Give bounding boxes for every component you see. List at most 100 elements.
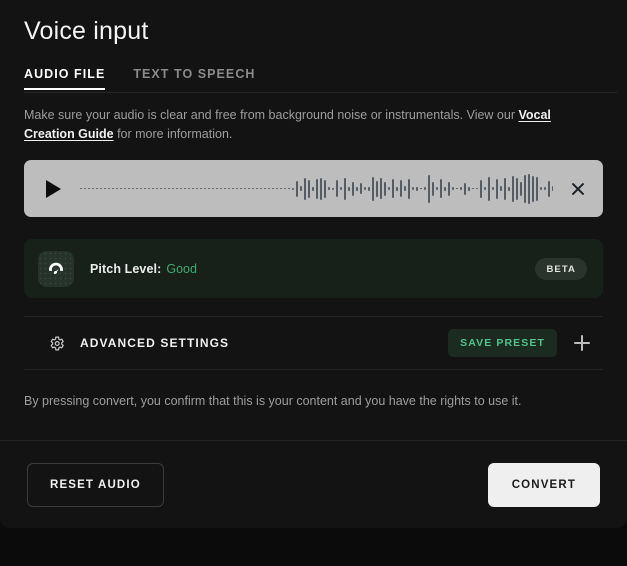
- waveform-bar: [104, 188, 106, 190]
- waveform-bar: [236, 188, 238, 190]
- waveform-bar: [308, 179, 310, 198]
- waveform-bar: [288, 188, 290, 190]
- waveform-bar: [368, 186, 370, 191]
- waveform-bar: [316, 178, 318, 199]
- waveform-bar: [420, 188, 422, 190]
- plus-icon[interactable]: [571, 332, 593, 354]
- waveform-bar: [80, 188, 82, 190]
- waveform-bar: [256, 188, 258, 190]
- waveform-bar: [332, 187, 334, 190]
- waveform-bar: [300, 186, 302, 192]
- waveform-bar: [164, 188, 166, 190]
- waveform-bar: [460, 187, 462, 191]
- waveform-bar: [544, 187, 546, 191]
- waveform-bar: [512, 175, 514, 202]
- waveform-bar: [364, 187, 366, 191]
- waveform-bar: [344, 177, 346, 200]
- tabs-divider: [24, 92, 617, 93]
- waveform-bar: [384, 181, 386, 196]
- gauge-icon: [38, 250, 74, 287]
- waveform-bar: [136, 188, 138, 190]
- page-title: Voice input: [24, 17, 149, 45]
- tab-text-to-speech[interactable]: TEXT TO SPEECH: [133, 67, 255, 90]
- advanced-settings-row[interactable]: ADVANCED SETTINGS SAVE PRESET: [24, 316, 603, 371]
- waveform-bar: [388, 187, 390, 191]
- play-triangle: [45, 179, 61, 198]
- waveform-bar: [452, 187, 454, 191]
- waveform-bar: [92, 188, 94, 190]
- waveform-bar: [396, 186, 398, 191]
- waveform-bar: [412, 187, 414, 191]
- waveform-bar: [260, 188, 262, 190]
- waveform-bar: [488, 176, 490, 201]
- waveform-bar: [120, 188, 122, 190]
- app-root: Voice input AUDIO FILE TEXT TO SPEECH Ma…: [0, 0, 627, 566]
- waveform-bar: [356, 186, 358, 191]
- convert-button[interactable]: CONVERT: [487, 462, 600, 507]
- waveform-bar: [200, 188, 202, 190]
- waveform-bar: [456, 188, 458, 190]
- tab-audio-file[interactable]: AUDIO FILE: [24, 67, 106, 90]
- waveform-bar: [244, 188, 246, 190]
- voice-input-panel: Voice input AUDIO FILE TEXT TO SPEECH Ma…: [0, 0, 627, 528]
- waveform-bar: [472, 188, 474, 190]
- waveform-bar: [324, 179, 326, 198]
- advanced-settings-label[interactable]: ADVANCED SETTINGS: [80, 336, 229, 350]
- waveform-bar: [152, 188, 154, 190]
- waveform-track[interactable]: [80, 169, 553, 209]
- waveform-bar: [312, 186, 314, 191]
- waveform-bar: [108, 188, 110, 190]
- waveform-bar: [464, 182, 466, 195]
- waveform-bar: [392, 179, 394, 199]
- waveform-bar: [520, 181, 522, 196]
- waveform-bar: [116, 188, 118, 190]
- waveform-bar: [144, 188, 146, 190]
- waveform-bar: [436, 187, 438, 191]
- waveform-bar: [404, 186, 406, 192]
- waveform-bar: [84, 188, 86, 190]
- waveform-bar: [160, 188, 162, 190]
- waveform-bar: [280, 188, 282, 190]
- waveform-bar: [304, 177, 306, 200]
- waveform-bar: [272, 188, 274, 190]
- waveform-bar: [196, 188, 198, 190]
- waveform-bar: [148, 188, 150, 190]
- waveform-bar: [204, 188, 206, 190]
- waveform-bar: [500, 186, 502, 192]
- save-preset-button[interactable]: SAVE PRESET: [448, 329, 557, 358]
- waveform-bar: [444, 186, 446, 191]
- waveform-bar: [192, 188, 194, 190]
- waveform-bar: [476, 188, 478, 190]
- waveform-bar: [176, 188, 178, 190]
- audio-hint: Make sure your audio is clear and free f…: [24, 106, 596, 145]
- close-icon[interactable]: [567, 178, 589, 200]
- waveform-bar: [484, 187, 486, 191]
- reset-audio-button[interactable]: RESET AUDIO: [27, 462, 164, 507]
- panel-header: Voice input AUDIO FILE TEXT TO SPEECH: [0, 0, 627, 90]
- gear-icon: [46, 333, 66, 353]
- waveform-bar: [492, 187, 494, 191]
- pitch-level-value: Good: [166, 261, 197, 276]
- waveform-bar: [416, 186, 418, 191]
- waveform-bar: [424, 187, 426, 191]
- tab-bar: AUDIO FILE TEXT TO SPEECH: [24, 60, 603, 90]
- waveform-bar: [268, 188, 270, 190]
- waveform-bar: [180, 188, 182, 190]
- waveform-bar: [348, 186, 350, 191]
- waveform-bar: [216, 188, 218, 190]
- play-icon[interactable]: [42, 178, 64, 200]
- waveform-bar: [340, 187, 342, 191]
- pitch-level-card: Pitch Level: Good BETA: [24, 239, 603, 299]
- waveform-bar: [320, 177, 322, 200]
- waveform-bar: [224, 188, 226, 190]
- waveform-bar: [376, 180, 378, 197]
- waveform-bar: [548, 180, 550, 197]
- waveform-bar: [508, 186, 510, 191]
- waveform-bar: [168, 188, 170, 190]
- waveform-bar: [468, 186, 470, 191]
- beta-badge: BETA: [535, 257, 587, 280]
- waveform-bar: [232, 188, 234, 190]
- waveform-bar: [100, 188, 102, 190]
- waveform-bar: [372, 176, 374, 201]
- waveform-bar: [536, 176, 538, 201]
